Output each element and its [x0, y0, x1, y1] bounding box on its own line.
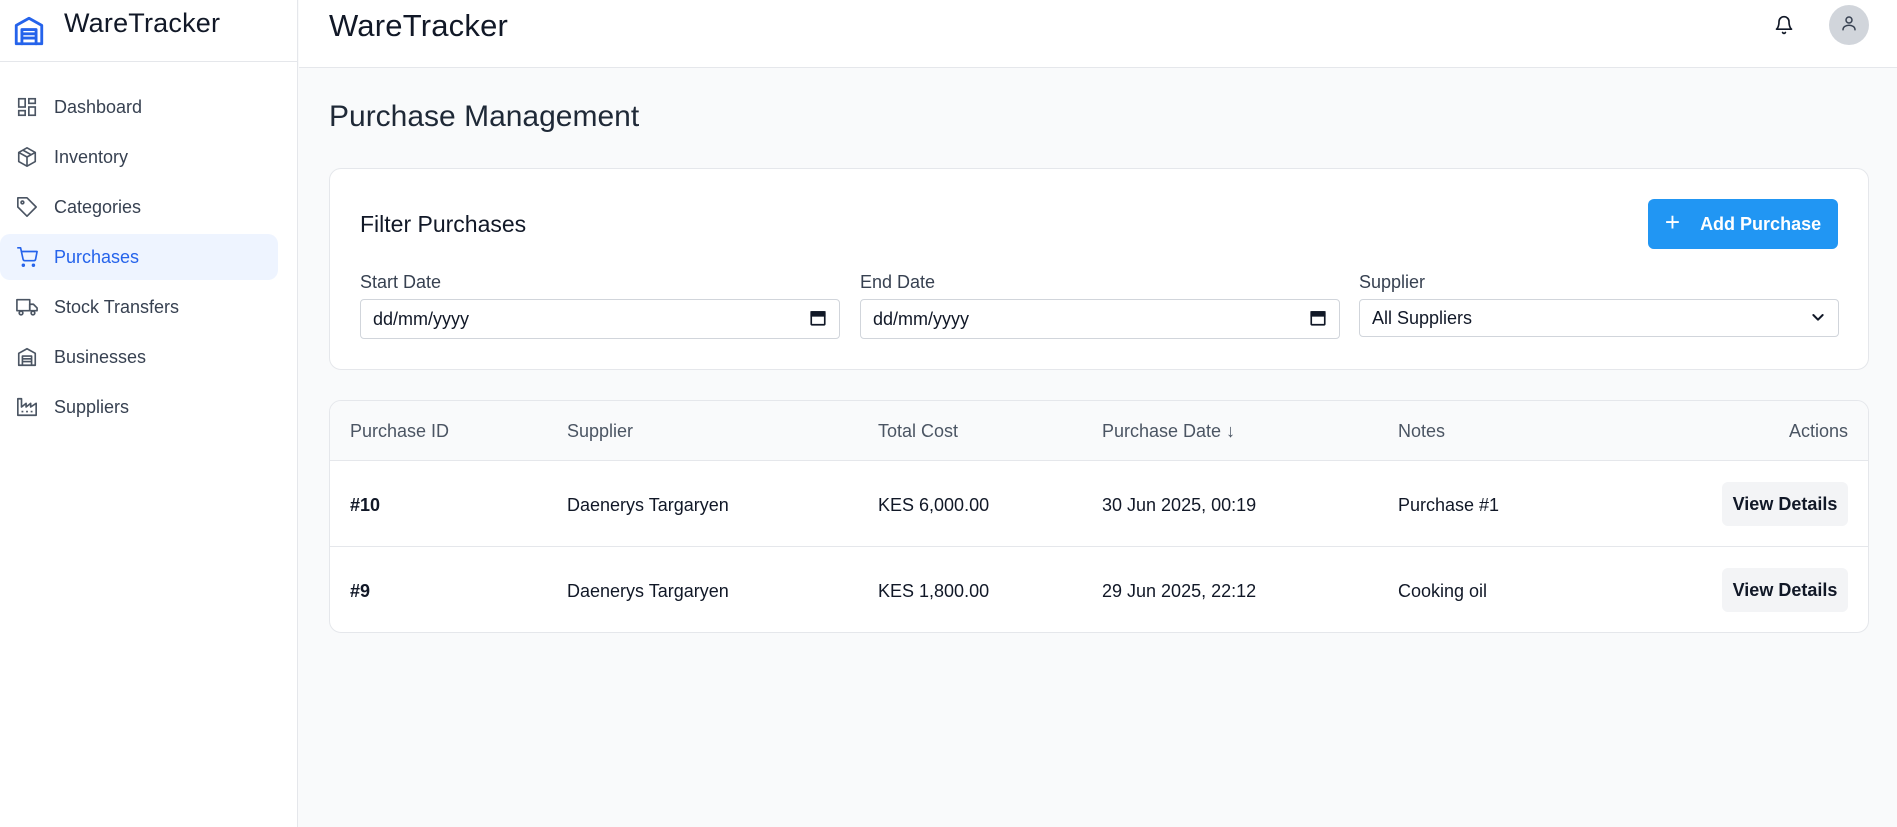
start-date-input[interactable]: dd/mm/yyyy — [360, 299, 840, 339]
dashboard-icon — [14, 94, 40, 120]
header-title: WareTracker — [329, 8, 509, 43]
supplier-select-value: All Suppliers — [1372, 307, 1473, 328]
truck-icon — [14, 294, 40, 320]
sidebar-item-label: Inventory — [54, 146, 129, 167]
supplier-cell: Daenerys Targaryen — [567, 495, 729, 515]
sidebar-item-purchases[interactable]: Purchases — [0, 234, 278, 280]
column-header-purchase-id[interactable]: Purchase ID — [350, 421, 449, 442]
top-bar: WareTracker — [299, 0, 1897, 68]
column-header-notes[interactable]: Notes — [1398, 421, 1445, 442]
warehouse-icon — [14, 344, 40, 370]
filter-title: Filter Purchases — [360, 211, 527, 237]
table-row[interactable]: #10 Daenerys Targaryen KES 6,000.00 30 J… — [330, 461, 1868, 547]
brand[interactable]: WareTracker — [0, 0, 297, 62]
sidebar-item-suppliers[interactable]: Suppliers — [0, 384, 277, 430]
plus-icon: + — [1664, 206, 1681, 237]
purchase-id-cell: #9 — [350, 581, 371, 601]
brand-name: WareTracker — [64, 8, 221, 38]
column-header-actions: Actions — [1788, 421, 1848, 441]
warehouse-logo-icon — [10, 12, 48, 50]
calendar-icon[interactable] — [1309, 309, 1327, 332]
purchases-table: Purchase ID Supplier Total Cost Purchase… — [329, 400, 1869, 633]
sidebar-nav: Dashboard Inventory Categories Purchases… — [0, 84, 297, 430]
total-cost-cell: KES 1,800.00 — [878, 581, 990, 601]
column-header-total-cost[interactable]: Total Cost — [878, 421, 958, 442]
sidebar-item-stock-transfers[interactable]: Stock Transfers — [0, 284, 277, 330]
sidebar-item-inventory[interactable]: Inventory — [0, 134, 277, 180]
sidebar-item-label: Purchases — [54, 246, 140, 267]
calendar-icon[interactable] — [809, 309, 827, 332]
view-details-button[interactable]: View Details — [1722, 568, 1848, 612]
supplier-select[interactable]: All Suppliers — [1359, 299, 1839, 337]
notes-cell: Purchase #1 — [1398, 495, 1500, 515]
end-date-label: End Date — [860, 272, 936, 292]
sidebar-item-categories[interactable]: Categories — [0, 184, 277, 230]
total-cost-cell: KES 6,000.00 — [878, 495, 990, 515]
table-row[interactable]: #9 Daenerys Targaryen KES 1,800.00 29 Ju… — [330, 547, 1868, 632]
sidebar: WareTracker Dashboard Inventory Categori… — [0, 0, 298, 827]
sidebar-item-label: Businesses — [54, 346, 147, 367]
view-details-button[interactable]: View Details — [1722, 482, 1848, 526]
start-date-placeholder: dd/mm/yyyy — [373, 308, 470, 329]
user-avatar[interactable] — [1829, 5, 1869, 45]
purchase-date-cell: 29 Jun 2025, 22:12 — [1102, 581, 1257, 601]
sidebar-item-businesses[interactable]: Businesses — [0, 334, 277, 380]
page-title: Purchase Management — [329, 100, 640, 133]
supplier-cell: Daenerys Targaryen — [567, 581, 729, 601]
tag-icon — [14, 194, 40, 220]
purchase-date-cell: 30 Jun 2025, 00:19 — [1102, 495, 1257, 515]
notes-cell: Cooking oil — [1398, 581, 1488, 601]
sidebar-item-dashboard[interactable]: Dashboard — [0, 84, 277, 130]
user-icon — [1840, 14, 1858, 37]
box-icon — [14, 144, 40, 170]
end-date-input[interactable]: dd/mm/yyyy — [860, 299, 1340, 339]
start-date-label: Start Date — [360, 272, 442, 292]
column-header-purchase-date[interactable]: Purchase Date ↓ — [1102, 421, 1235, 442]
end-date-placeholder: dd/mm/yyyy — [873, 308, 970, 329]
table-header: Purchase ID Supplier Total Cost Purchase… — [330, 401, 1868, 461]
sidebar-item-label: Categories — [54, 196, 142, 217]
bell-icon[interactable] — [1771, 12, 1797, 38]
filter-card: Filter Purchases + Add Purchase Start Da… — [329, 168, 1869, 370]
sidebar-item-label: Dashboard — [54, 96, 143, 117]
add-purchase-label: Add Purchase — [1700, 213, 1822, 234]
column-header-supplier[interactable]: Supplier — [567, 421, 633, 442]
add-purchase-button[interactable]: + Add Purchase — [1648, 199, 1838, 249]
chevron-down-icon — [1810, 309, 1826, 330]
sidebar-item-label: Suppliers — [54, 396, 130, 417]
sidebar-item-label: Stock Transfers — [54, 296, 180, 317]
cart-icon — [14, 244, 40, 270]
purchase-id-cell: #10 — [350, 495, 381, 515]
supplier-label: Supplier — [1359, 272, 1426, 292]
factory-icon — [14, 394, 40, 420]
